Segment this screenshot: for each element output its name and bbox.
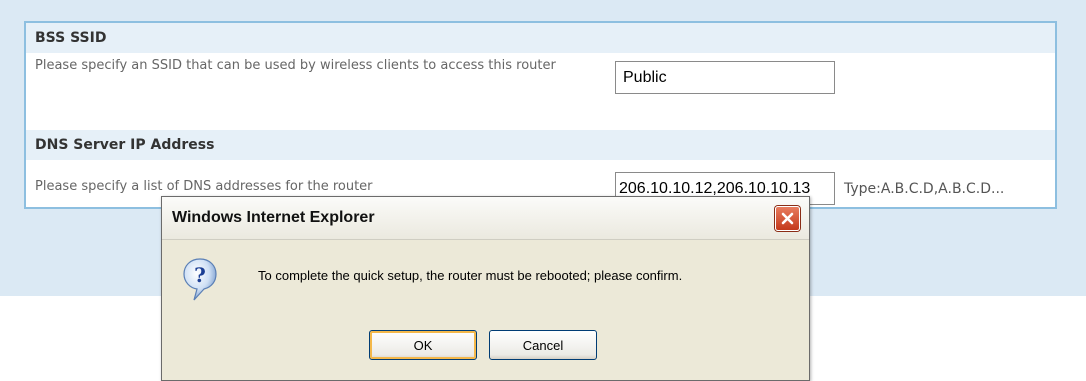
cancel-button[interactable]: Cancel xyxy=(489,330,597,360)
svg-text:?: ? xyxy=(194,263,206,287)
confirm-dialog: Windows Internet Explorer ? To complete … xyxy=(161,196,810,381)
ssid-label: Please specify an SSID that can be used … xyxy=(35,58,556,73)
dialog-titlebar[interactable]: Windows Internet Explorer xyxy=(162,197,809,240)
settings-panel: BSS SSID Please specify an SSID that can… xyxy=(24,21,1057,209)
ssid-section-title: BSS SSID xyxy=(26,23,1055,53)
dns-label: Please specify a list of DNS addresses f… xyxy=(35,179,373,194)
dns-format-hint: Type:A.B.C.D,A.B.C.D... xyxy=(844,181,1005,197)
dns-section-title: DNS Server IP Address xyxy=(26,130,1055,160)
ssid-input[interactable] xyxy=(615,61,835,94)
close-icon xyxy=(781,212,794,225)
question-icon: ? xyxy=(183,258,217,301)
ok-button[interactable]: OK xyxy=(369,330,477,360)
dialog-title: Windows Internet Explorer xyxy=(172,209,375,226)
dialog-message: To complete the quick setup, the router … xyxy=(258,268,683,283)
close-button[interactable] xyxy=(775,206,800,231)
